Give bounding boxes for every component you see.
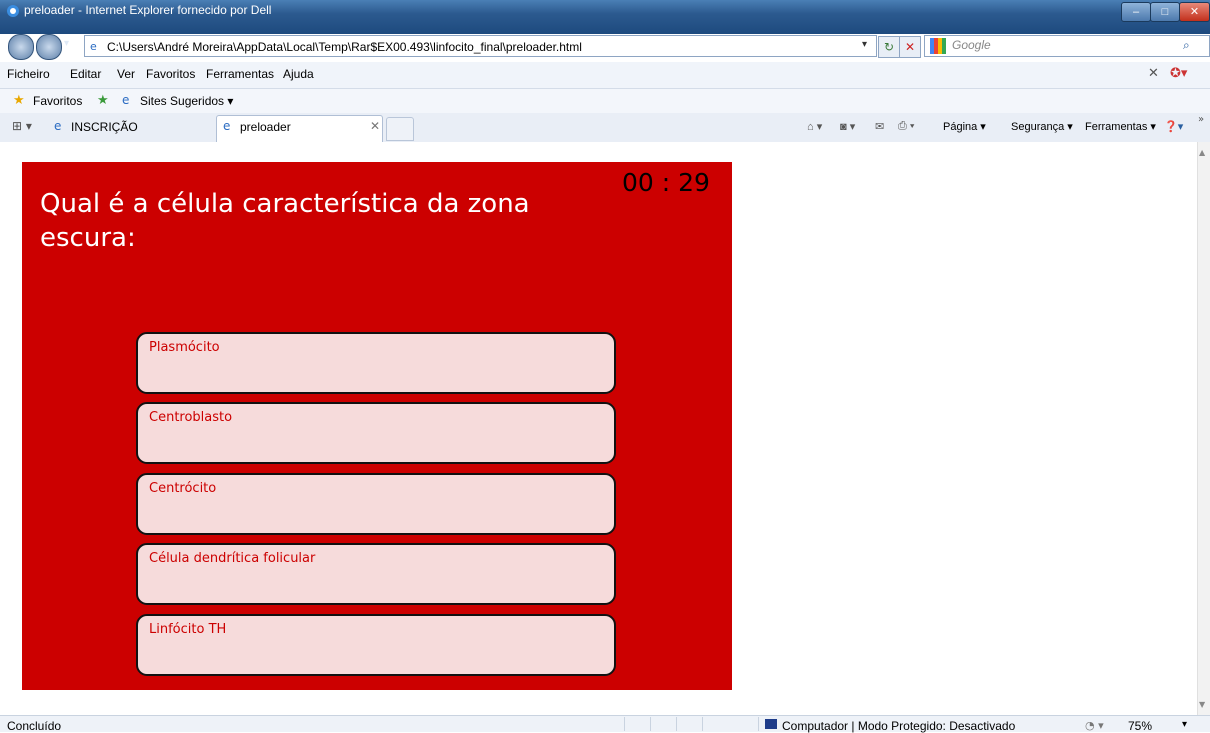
menu-editar[interactable]: Editar bbox=[70, 67, 101, 81]
scroll-down-icon[interactable]: ▼ bbox=[1199, 700, 1205, 709]
status-divider bbox=[758, 717, 759, 731]
status-bar bbox=[0, 715, 1210, 732]
help-icon[interactable]: ❓▾ bbox=[1164, 120, 1183, 133]
answer-option[interactable]: Plasmócito bbox=[136, 332, 616, 394]
history-dropdown-icon[interactable]: ▾ bbox=[64, 38, 69, 49]
page-icon: e bbox=[90, 40, 97, 53]
menu-ajuda[interactable]: Ajuda bbox=[283, 67, 314, 81]
home-icon[interactable]: ⌂ ▾ bbox=[807, 120, 822, 133]
countdown-timer: 00 : 29 bbox=[622, 168, 710, 197]
search-placeholder: Google bbox=[952, 38, 991, 52]
zoom-dropdown-icon[interactable]: ▾ bbox=[1182, 719, 1187, 730]
ie-page-icon: e bbox=[122, 93, 130, 107]
forward-button[interactable] bbox=[36, 34, 62, 60]
window-title: preloader - Internet Explorer fornecido … bbox=[24, 3, 272, 17]
print-icon[interactable]: ⎙ ▾ bbox=[898, 120, 914, 133]
answer-label: Centroblasto bbox=[149, 410, 233, 425]
answer-label: Linfócito TH bbox=[149, 622, 227, 637]
menu-ferramentas[interactable]: Ferramentas bbox=[206, 67, 274, 81]
computer-zone-icon bbox=[765, 719, 777, 729]
answer-label: Célula dendrítica folicular bbox=[149, 551, 316, 566]
ie-logo-icon bbox=[7, 5, 19, 17]
refresh-button[interactable]: ↻ bbox=[878, 36, 900, 58]
answer-option[interactable]: Centrócito bbox=[136, 473, 616, 535]
protected-mode-icon[interactable]: ◔ ▾ bbox=[1085, 719, 1104, 732]
status-divider bbox=[650, 717, 651, 731]
tools-menu-button[interactable]: Ferramentas ▾ bbox=[1085, 120, 1156, 133]
stop-button[interactable]: ✕ bbox=[899, 36, 921, 58]
page-menu-button[interactable]: Página ▾ bbox=[943, 120, 986, 133]
question-text: Qual é a célula característica da zona e… bbox=[40, 189, 530, 253]
tab-page-icon: e bbox=[54, 119, 62, 133]
answer-option[interactable]: Linfócito TH bbox=[136, 614, 616, 676]
minimize-button[interactable]: – bbox=[1121, 2, 1151, 22]
security-menu-button[interactable]: Segurança ▾ bbox=[1011, 120, 1073, 133]
more-commands-icon[interactable]: » bbox=[1198, 114, 1204, 125]
tab-inscricao[interactable]: INSCRIÇÃO bbox=[71, 120, 138, 134]
google-icon bbox=[930, 38, 946, 54]
menu-favoritos[interactable]: Favoritos bbox=[146, 67, 195, 81]
search-icon[interactable]: ⌕ bbox=[1183, 38, 1190, 53]
add-favorite-icon[interactable]: ★ bbox=[97, 93, 109, 108]
maximize-button[interactable]: □ bbox=[1150, 2, 1180, 22]
address-dropdown-icon[interactable]: ▾ bbox=[862, 39, 867, 50]
quick-tabs-icon[interactable]: ⊞ ▾ bbox=[12, 119, 32, 133]
address-input[interactable]: C:\Users\André Moreira\AppData\Local\Tem… bbox=[84, 35, 877, 57]
answer-option[interactable]: Célula dendrítica folicular bbox=[136, 543, 616, 605]
addon-icon[interactable]: ✪▾ bbox=[1170, 66, 1187, 81]
status-divider bbox=[676, 717, 677, 731]
answer-label: Plasmócito bbox=[149, 340, 220, 355]
new-tab-button[interactable] bbox=[386, 117, 414, 141]
answer-option[interactable]: Centroblasto bbox=[136, 402, 616, 464]
menu-ficheiro[interactable]: Ficheiro bbox=[7, 67, 50, 81]
favorites-star-icon[interactable]: ★ bbox=[13, 93, 25, 108]
suggested-sites-button[interactable]: Sites Sugeridos ▾ bbox=[140, 94, 233, 108]
tab-page-icon: e bbox=[223, 119, 231, 133]
back-button[interactable] bbox=[8, 34, 34, 60]
close-window-button[interactable]: ✕ bbox=[1179, 2, 1210, 22]
answer-label: Centrócito bbox=[149, 481, 217, 496]
tab-label[interactable]: preloader bbox=[240, 120, 291, 134]
feeds-icon[interactable]: ◙ ▾ bbox=[840, 120, 855, 133]
close-toolbar-icon[interactable]: ✕ bbox=[1148, 66, 1159, 81]
favorites-button[interactable]: Favoritos bbox=[33, 94, 82, 108]
close-tab-icon[interactable]: ✕ bbox=[370, 119, 380, 133]
mail-icon[interactable]: ✉ bbox=[875, 120, 884, 133]
status-divider bbox=[702, 717, 703, 731]
status-divider bbox=[624, 717, 625, 731]
vertical-scrollbar[interactable] bbox=[1197, 142, 1210, 715]
scroll-up-icon[interactable]: ▲ bbox=[1199, 148, 1205, 157]
menu-ver[interactable]: Ver bbox=[117, 67, 135, 81]
